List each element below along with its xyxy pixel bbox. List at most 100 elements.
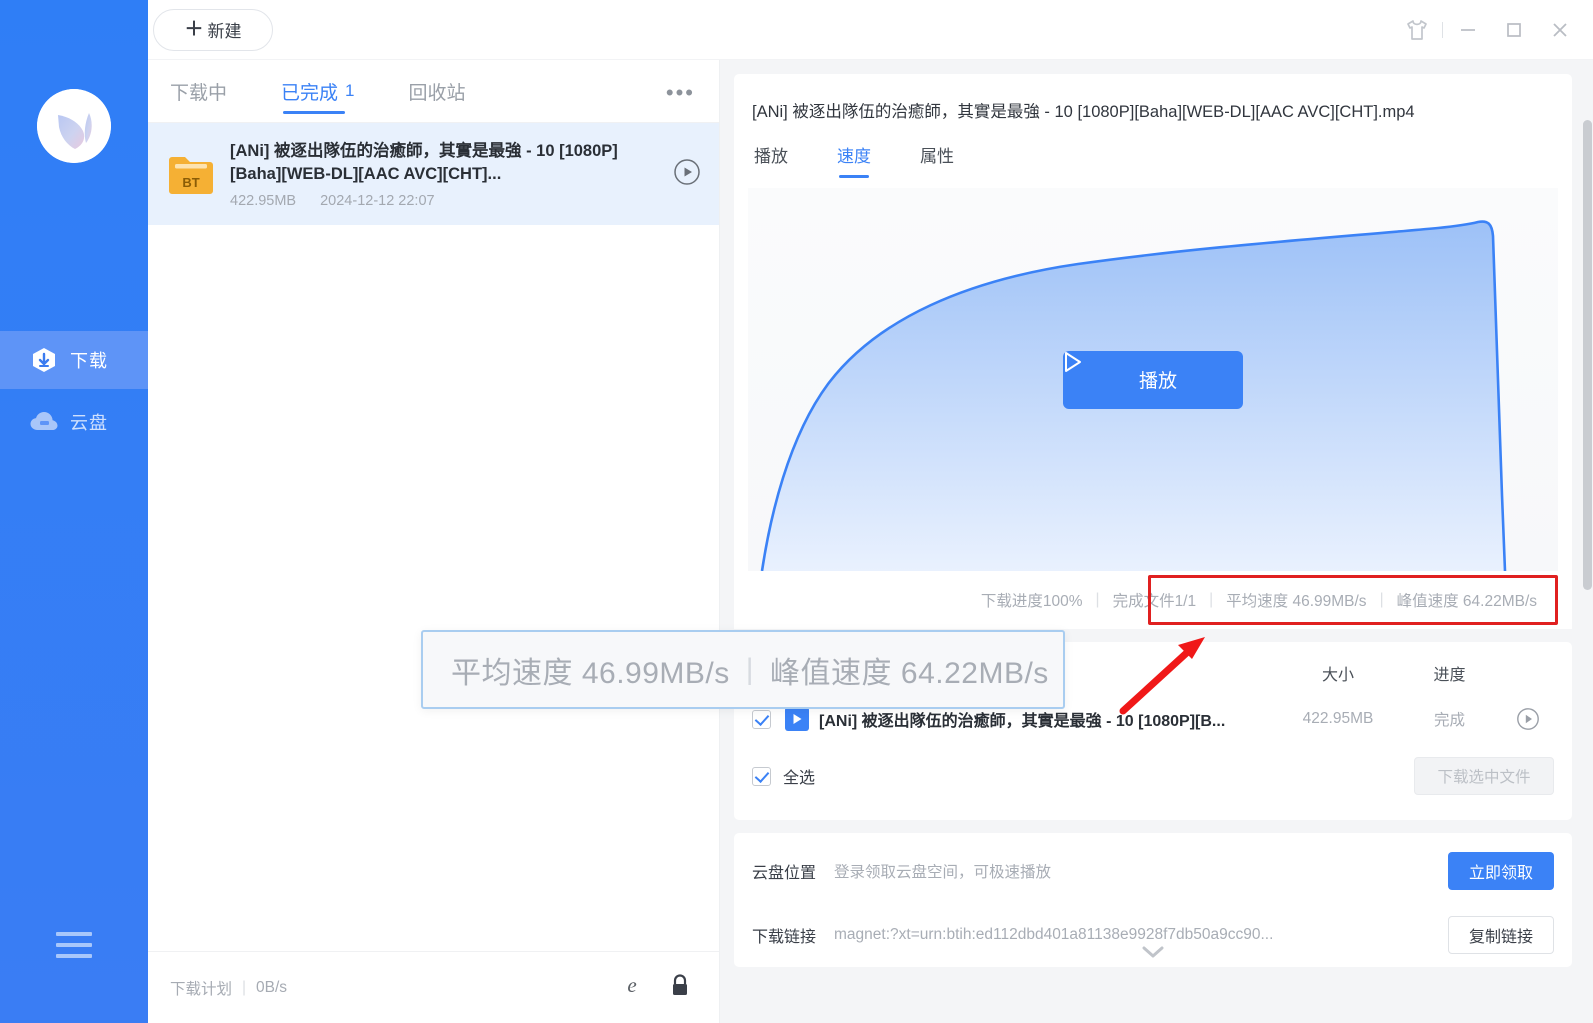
row-file-name: [ANi] 被逐出隊伍的治癒師，其實是最強 - 10 [1080P][B... [819, 713, 1226, 730]
tshirt-icon[interactable] [1394, 7, 1440, 53]
magnified-callout: 平均速度 46.99MB/s | 峰值速度 64.22MB/s [421, 630, 1065, 709]
callout-average-speed: 平均速度 46.99MB/s [451, 656, 730, 690]
video-file-icon [785, 707, 809, 731]
select-all-label: 全选 [783, 770, 816, 787]
tab-completed[interactable]: 已完成 1 [281, 60, 355, 123]
task-list-item[interactable]: BT [ANi] 被逐出隊伍的治癒師，其實是最強 - 10 [1080P][Ba… [148, 123, 719, 225]
hamburger-icon[interactable] [56, 932, 92, 958]
task-list-empty-area [148, 225, 719, 951]
download-selected-button[interactable]: 下载选中文件 [1414, 757, 1554, 795]
window-controls [1394, 0, 1593, 60]
tab-label: 回收站 [408, 82, 466, 104]
speed-chart: 播放 [748, 188, 1558, 571]
stats-group: 下载进度100% | 完成文件1/1 | 平均速度 46.99MB/s | 峰值… [968, 589, 1550, 611]
row-play-icon[interactable] [1502, 707, 1554, 731]
main-area: ＋ 新建 下载中 已完成 1 回收站 ••• BT [ANi] 被逐出隊伍的治癒… [148, 0, 1593, 1023]
callout-peak-speed: 峰值速度 64.22MB/s [770, 656, 1049, 690]
subtab-label: 属性 [920, 147, 954, 166]
speed-card-header: [ANi] 被逐出隊伍的治癒師，其實是最強 - 10 [1080P][Baha]… [734, 74, 1572, 178]
row-file-progress: 完成 [1433, 712, 1465, 729]
download-plan-label[interactable]: 下载计划 [170, 977, 232, 999]
tab-downloading[interactable]: 下载中 [170, 60, 227, 123]
speed-stats-row: 下载进度100% | 完成文件1/1 | 平均速度 46.99MB/s | 峰值… [734, 571, 1572, 629]
cloud-location-label: 云盘位置 [752, 865, 817, 882]
app-window: 下载 云盘 ＋ 新建 下载中 已完成 1 回收站 ••• BT [ANi] 被逐… [0, 0, 1593, 1023]
task-size: 422.95MB [230, 192, 297, 209]
task-text-block: [ANi] 被逐出隊伍的治癒師，其實是最強 - 10 [1080P][Baha]… [230, 140, 663, 209]
column-header-size: 大小 [1321, 667, 1354, 684]
status-icons: e [619, 972, 691, 1003]
close-icon[interactable] [1537, 7, 1583, 53]
status-text: 下载计划 | 0B/s [170, 977, 287, 999]
column-header-progress: 进度 [1433, 667, 1466, 684]
detail-scrollbar[interactable] [1582, 120, 1593, 1023]
global-speed: 0B/s [256, 978, 288, 996]
app-logo [37, 89, 111, 163]
download-link-label: 下载链接 [752, 929, 817, 946]
status-divider: | [242, 978, 247, 996]
info-card: 云盘位置 登录领取云盘空间，可极速播放 立即领取 下载链接 magnet:?xt… [734, 833, 1572, 967]
stat-progress: 下载进度100% [980, 593, 1083, 610]
title-bar: ＋ 新建 [148, 0, 1593, 60]
tab-label: 已完成 [281, 82, 339, 104]
bt-label: BT [182, 175, 199, 190]
stat-average-speed: 平均速度 46.99MB/s [1226, 593, 1367, 610]
copy-link-button[interactable]: 复制链接 [1448, 916, 1554, 954]
row-checkbox[interactable] [752, 709, 771, 729]
task-title: [ANi] 被逐出隊伍的治癒師，其實是最強 - 10 [1080P][Baha]… [230, 141, 618, 183]
maximize-icon[interactable] [1491, 7, 1537, 53]
minimize-icon[interactable] [1445, 7, 1491, 53]
sidebar-item-download[interactable]: 下载 [0, 331, 148, 389]
callout-divider: | [745, 652, 755, 686]
row-file-size: 422.95MB [1302, 710, 1374, 727]
tab-label: 下载中 [170, 82, 228, 104]
subtab-properties[interactable]: 属性 [920, 142, 954, 178]
stat-peak-speed: 峰值速度 64.22MB/s [1396, 593, 1537, 610]
divider [1442, 22, 1443, 38]
status-bar: 下载计划 | 0B/s e [148, 951, 719, 1023]
download-icon [30, 346, 58, 374]
new-task-button[interactable]: ＋ 新建 [153, 8, 273, 51]
subtab-speed[interactable]: 速度 [837, 142, 871, 178]
ie-browser-icon[interactable]: e [619, 972, 645, 1003]
speed-card: [ANi] 被逐出隊伍的治癒師，其實是最強 - 10 [1080P][Baha]… [734, 74, 1572, 629]
play-circle-icon[interactable] [673, 158, 701, 191]
task-tabs: 下载中 已完成 1 回收站 ••• [148, 60, 719, 123]
cloud-location-row: 云盘位置 登录领取云盘空间，可极速播放 立即领取 [752, 839, 1554, 903]
task-list-pane: 下载中 已完成 1 回收站 ••• BT [ANi] 被逐出隊伍的治癒師，其實是… [148, 60, 720, 1023]
sidebar: 下载 云盘 [0, 0, 148, 1023]
body-split: 下载中 已完成 1 回收站 ••• BT [ANi] 被逐出隊伍的治癒師，其實是… [148, 60, 1593, 1023]
play-video-button[interactable]: 播放 [1063, 350, 1243, 409]
tab-count: 1 [345, 81, 355, 100]
hamburger-bar [56, 943, 92, 947]
sidebar-item-cloud[interactable]: 云盘 [0, 393, 148, 451]
play-video-label: 播放 [1138, 371, 1177, 392]
hummingbird-logo-icon [37, 89, 111, 163]
stat-files: 完成文件1/1 [1112, 593, 1197, 610]
hamburger-bar [56, 954, 92, 958]
detail-file-title: [ANi] 被逐出隊伍的治癒師，其實是最強 - 10 [1080P][Baha]… [752, 103, 1415, 121]
cloud-location-value: 登录领取云盘空间，可极速播放 [834, 864, 1052, 881]
sidebar-item-label-download: 下载 [70, 351, 108, 371]
subtab-label: 播放 [754, 147, 788, 166]
claim-now-button[interactable]: 立即领取 [1448, 852, 1554, 890]
sidebar-item-label-cloud: 云盘 [70, 413, 108, 433]
chevron-down-icon[interactable] [1140, 944, 1166, 965]
scrollbar-thumb[interactable] [1583, 120, 1592, 590]
more-options-icon[interactable]: ••• [666, 80, 695, 106]
select-all-checkbox[interactable] [752, 766, 771, 786]
task-meta: 422.95MB 2024-12-12 22:07 [230, 193, 663, 209]
hamburger-bar [56, 932, 92, 936]
svg-text:e: e [627, 973, 636, 997]
task-date: 2024-12-12 22:07 [320, 192, 435, 209]
detail-pane: [ANi] 被逐出隊伍的治癒師，其實是最強 - 10 [1080P][Baha]… [720, 60, 1593, 1023]
cloud-icon [30, 408, 58, 436]
new-task-label: 新建 [207, 22, 242, 41]
tab-recycle[interactable]: 回收站 [409, 60, 466, 123]
download-link-value: magnet:?xt=urn:btih:ed112dbd401a81138e99… [834, 926, 1274, 943]
detail-subtabs: 播放 速度 属性 [752, 142, 1554, 178]
subtab-label: 速度 [837, 147, 871, 166]
subtab-play[interactable]: 播放 [754, 142, 788, 178]
lock-icon[interactable] [669, 973, 691, 1002]
select-all-row: 全选 下载选中文件 [752, 748, 1554, 804]
